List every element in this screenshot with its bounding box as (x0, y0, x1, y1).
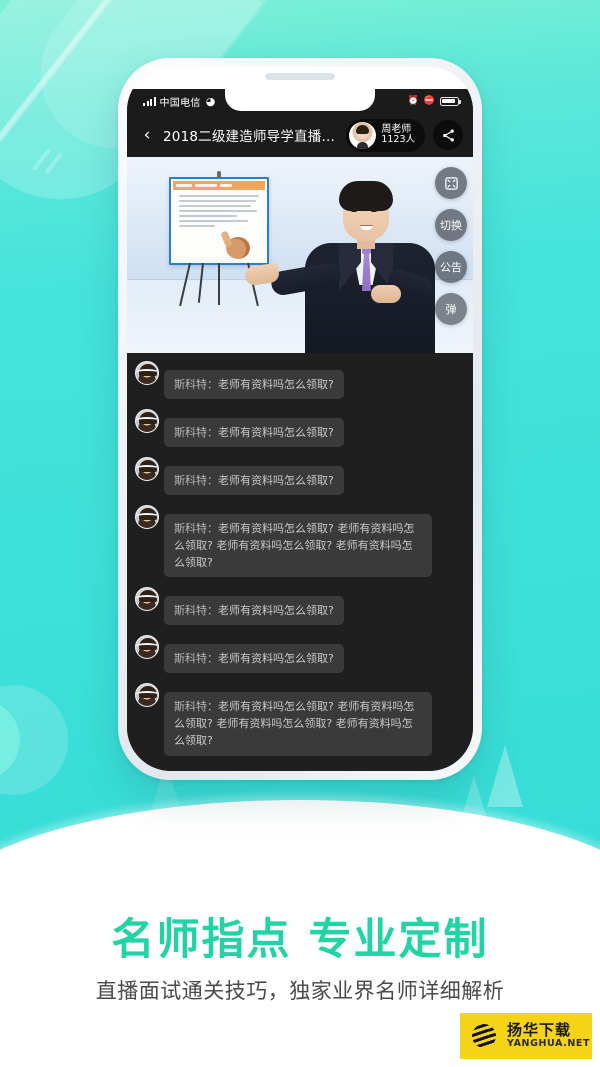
fullscreen-button[interactable] (435, 167, 467, 199)
viewer-count: 1123人 (381, 134, 415, 146)
list-item: 斯科特：老师有资料吗怎么领取? (135, 409, 461, 448)
chat-text: 老师有资料吗怎么领取? (218, 378, 334, 391)
chat-bubble: 斯科特：老师有资料吗怎么领取? (164, 644, 344, 674)
switch-view-button[interactable]: 切换 (435, 209, 467, 241)
avatar (135, 683, 159, 708)
globe-logo-icon (467, 1019, 501, 1053)
announcement-label: 公告 (440, 261, 462, 274)
danmaku-label: 弹 (445, 303, 457, 316)
chat-bubble: 斯科特：老师有资料吗怎么领取? (164, 466, 344, 496)
avatar (135, 765, 159, 771)
presenter-figure (243, 181, 445, 353)
signal-bars-icon (143, 96, 156, 106)
chat-username: 斯科特： (174, 604, 218, 618)
phone-speaker-grille (265, 73, 335, 80)
video-side-controls: 切换 公告 弹 (435, 167, 467, 325)
chat-username: 斯科特： (174, 700, 218, 714)
wifi-icon: ◕ (205, 94, 216, 108)
chat-bubble: 斯科特：老师有资料吗怎么领取? (164, 596, 344, 626)
share-button[interactable] (433, 120, 463, 150)
chat-bubble: 斯科特：老师有资料吗怎么领取? 老师有资料吗怎么领取? 老师有资料吗怎么领取? … (164, 692, 432, 756)
page-title: 2018二级建造师导学直播... (163, 129, 335, 145)
slide-header-bar (173, 181, 265, 190)
status-bar-left: 中国电信 ◕ (143, 94, 215, 109)
list-item: 斯科特：老师有资料吗怎么领取? 老师有资料吗怎么领取? 老师有资料吗怎么领取? … (135, 505, 461, 578)
watermark-en: YANGHUA.NET (507, 1037, 591, 1049)
decor-semicircle-left (0, 685, 68, 795)
avatar (135, 361, 159, 385)
avatar (135, 457, 159, 482)
chat-text: 老师有资料吗怎么领取? (218, 474, 334, 488)
chat-username: 斯科特： (174, 522, 218, 536)
chat-bubble: 斯科特：老师有资料吗怎么领取? (164, 418, 344, 448)
alarm-icon: ⏰ (407, 96, 419, 106)
chat-bubble: 斯科特：老师有资料吗怎么领取? (164, 370, 344, 400)
live-stream-app: 中国电信 ◕ ⏰ ⛔ ‹ 2018二级建造师导学直播... 周老师 1123人 … (127, 89, 473, 771)
chat-text: 老师有资料吗怎么领取? (218, 652, 334, 666)
watermark-text: 扬华下载 YANGHUA.NET (507, 1021, 591, 1049)
site-watermark: 扬华下载 YANGHUA.NET (460, 1013, 592, 1059)
app-navbar: ‹ 2018二级建造师导学直播... 周老师 1123人 (127, 113, 473, 157)
promo-headline: 名师指点 专业定制 (111, 915, 489, 965)
status-bar: 中国电信 ◕ ⏰ ⛔ (127, 89, 473, 113)
pointing-hand-icon (226, 237, 250, 259)
slide-board (169, 177, 269, 265)
battery-icon (440, 96, 461, 106)
chat-username: 斯科特： (174, 426, 218, 440)
carrier-label: 中国电信 (159, 97, 201, 109)
mute-icon: ⛔ (423, 96, 435, 106)
list-item: 斯科特：老师有资料吗怎么领取? 老师有资料吗怎么领取? 老师有资料吗怎么领取? … (135, 683, 461, 756)
chat-text: 老师有资料吗怎么领取? (218, 426, 334, 440)
avatar (135, 635, 159, 660)
status-bar-right: ⏰ ⛔ (407, 89, 461, 113)
chat-message-list[interactable]: 斯科特：老师有资料吗怎么领取? 斯科特：老师有资料吗怎么领取? 斯科特：老师有资… (127, 353, 473, 771)
teacher-info-pill[interactable]: 周老师 1123人 (346, 118, 425, 152)
promo-subline: 直播面试通关技巧，独家业界名师详细解析 (95, 979, 505, 1003)
expand-icon (444, 176, 458, 190)
watermark-cn: 扬华下载 (507, 1021, 572, 1040)
slide-text-lines (171, 190, 267, 235)
chat-username: 斯科特： (174, 474, 218, 488)
phone-screen: 中国电信 ◕ ⏰ ⛔ ‹ 2018二级建造师导学直播... 周老师 1123人 … (127, 67, 473, 771)
announcement-button[interactable]: 公告 (435, 251, 467, 283)
teacher-meta: 周老师 1123人 (381, 124, 415, 146)
chat-text: 老师有资料吗怎么领取? (218, 604, 334, 618)
phone-mockup: 中国电信 ◕ ⏰ ⛔ ‹ 2018二级建造师导学直播... 周老师 1123人 … (118, 58, 482, 780)
list-item: 斯科特：老师有资料吗怎么领取? (135, 635, 461, 674)
presenter-hair (339, 181, 393, 211)
presenter-eye-right (371, 209, 377, 212)
avatar (135, 505, 159, 530)
avatar (135, 409, 159, 434)
presenter-eye-left (351, 209, 357, 212)
list-item: 斯科特：老师有资料吗怎么领取? (135, 765, 461, 771)
list-item: 斯科特：老师有资料吗怎么领取? (135, 361, 461, 400)
live-video-stage[interactable]: 切换 公告 弹 (127, 157, 473, 353)
switch-view-label: 切换 (440, 219, 462, 232)
display-notch (225, 89, 375, 111)
presenter-hand-right (371, 285, 401, 303)
share-icon (442, 129, 454, 141)
list-item: 斯科特：老师有资料吗怎么领取? (135, 457, 461, 496)
list-item: 斯科特：老师有资料吗怎么领取? (135, 587, 461, 626)
decor-triangle-right (487, 745, 523, 807)
chat-bubble: 斯科特：老师有资料吗怎么领取? 老师有资料吗怎么领取? 老师有资料吗怎么领取? … (164, 514, 432, 578)
phone-top-bezel (127, 67, 473, 89)
decor-white-wave (0, 800, 600, 890)
back-button[interactable]: ‹ (139, 125, 155, 145)
chat-username: 斯科特： (174, 378, 218, 391)
danmaku-button[interactable]: 弹 (435, 293, 467, 325)
avatar (135, 587, 159, 612)
chat-username: 斯科特： (174, 652, 218, 666)
teacher-avatar (349, 121, 377, 149)
